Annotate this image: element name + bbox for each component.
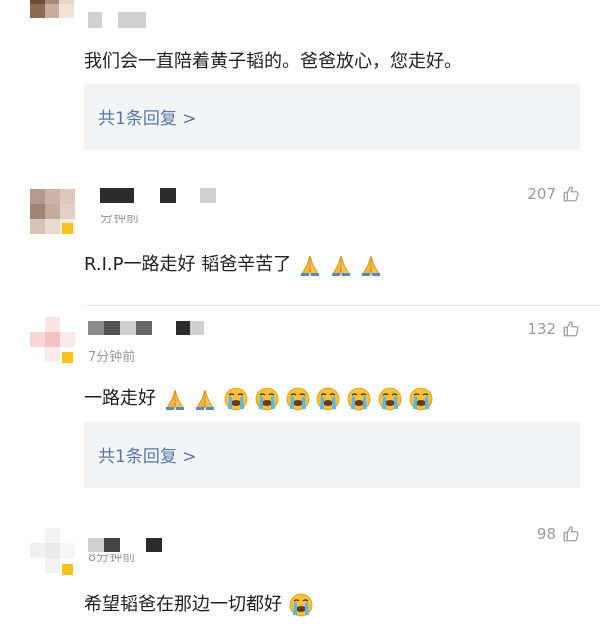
username-part — [104, 321, 120, 335]
username-part — [136, 321, 152, 335]
thumb-up-icon — [562, 320, 580, 338]
crying-face-emoji-icon — [409, 387, 433, 411]
crying-face-emoji-icon — [286, 387, 310, 411]
reply-box[interactable]: 共1条回复 > — [84, 422, 580, 488]
crying-face-emoji-icon — [378, 387, 402, 411]
comment-3: 7分钟前 132 一路走好 共1条回复 > — [0, 306, 600, 506]
thumb-up-icon — [562, 525, 580, 543]
like-count: 132 — [527, 320, 556, 338]
like-button[interactable]: 98 — [537, 525, 580, 543]
comment-text: R.I.P一路走好 韬爸辛苦了 — [84, 250, 383, 277]
like-count: 207 — [527, 185, 556, 203]
username[interactable] — [88, 321, 104, 335]
username-part — [176, 321, 190, 335]
username-part — [146, 538, 162, 552]
username[interactable] — [100, 188, 134, 203]
like-count: 98 — [536, 525, 556, 543]
verified-badge-icon — [62, 223, 73, 234]
comment-text: 我们会一直陪着黄子韬的。爸爸放心，您走好。 — [84, 51, 462, 72]
folded-hands-emoji-icon — [359, 253, 383, 277]
verified-badge-icon — [62, 564, 73, 575]
folded-hands-emoji-icon — [193, 387, 217, 411]
username-part — [104, 538, 120, 552]
username-part — [160, 188, 176, 203]
username-part — [120, 321, 136, 335]
verified-badge-icon — [62, 352, 73, 363]
crying-face-emoji-icon — [255, 387, 279, 411]
comment-text: 一路走好 — [84, 384, 433, 411]
username-part — [190, 321, 204, 335]
timestamp: 7分钟前 — [88, 350, 136, 365]
like-button[interactable]: 132 — [527, 320, 580, 338]
timestamp: 8分钟前 — [88, 554, 136, 564]
folded-hands-emoji-icon — [329, 253, 353, 277]
crying-face-emoji-icon — [347, 387, 371, 411]
comment-4: 8分钟前 98 希望韬爸在那边一切都好 — [0, 506, 600, 624]
view-replies-link[interactable]: 共1条回复 > — [98, 104, 196, 129]
avatar[interactable] — [30, 0, 74, 18]
thumb-up-icon — [562, 185, 580, 203]
comment-text: 希望韬爸在那边一切都好 — [84, 590, 313, 617]
view-replies-link[interactable]: 共1条回复 > — [98, 442, 196, 467]
username[interactable] — [88, 12, 102, 28]
crying-face-emoji-icon — [289, 593, 313, 617]
crying-face-emoji-icon — [224, 387, 248, 411]
folded-hands-emoji-icon — [163, 387, 187, 411]
username-part — [118, 12, 146, 28]
comment-1: 我们会一直陪着黄子韬的。爸爸放心，您走好。 共1条回复 > — [0, 0, 600, 170]
comment-2: 分钟前 207 R.I.P一路走好 韬爸辛苦了 — [0, 170, 600, 306]
username[interactable] — [88, 538, 104, 552]
crying-face-emoji-icon — [316, 387, 340, 411]
like-button[interactable]: 207 — [527, 185, 580, 203]
timestamp: 分钟前 — [100, 215, 140, 225]
username-part — [200, 188, 216, 203]
folded-hands-emoji-icon — [298, 253, 322, 277]
reply-box[interactable]: 共1条回复 > — [84, 84, 580, 150]
